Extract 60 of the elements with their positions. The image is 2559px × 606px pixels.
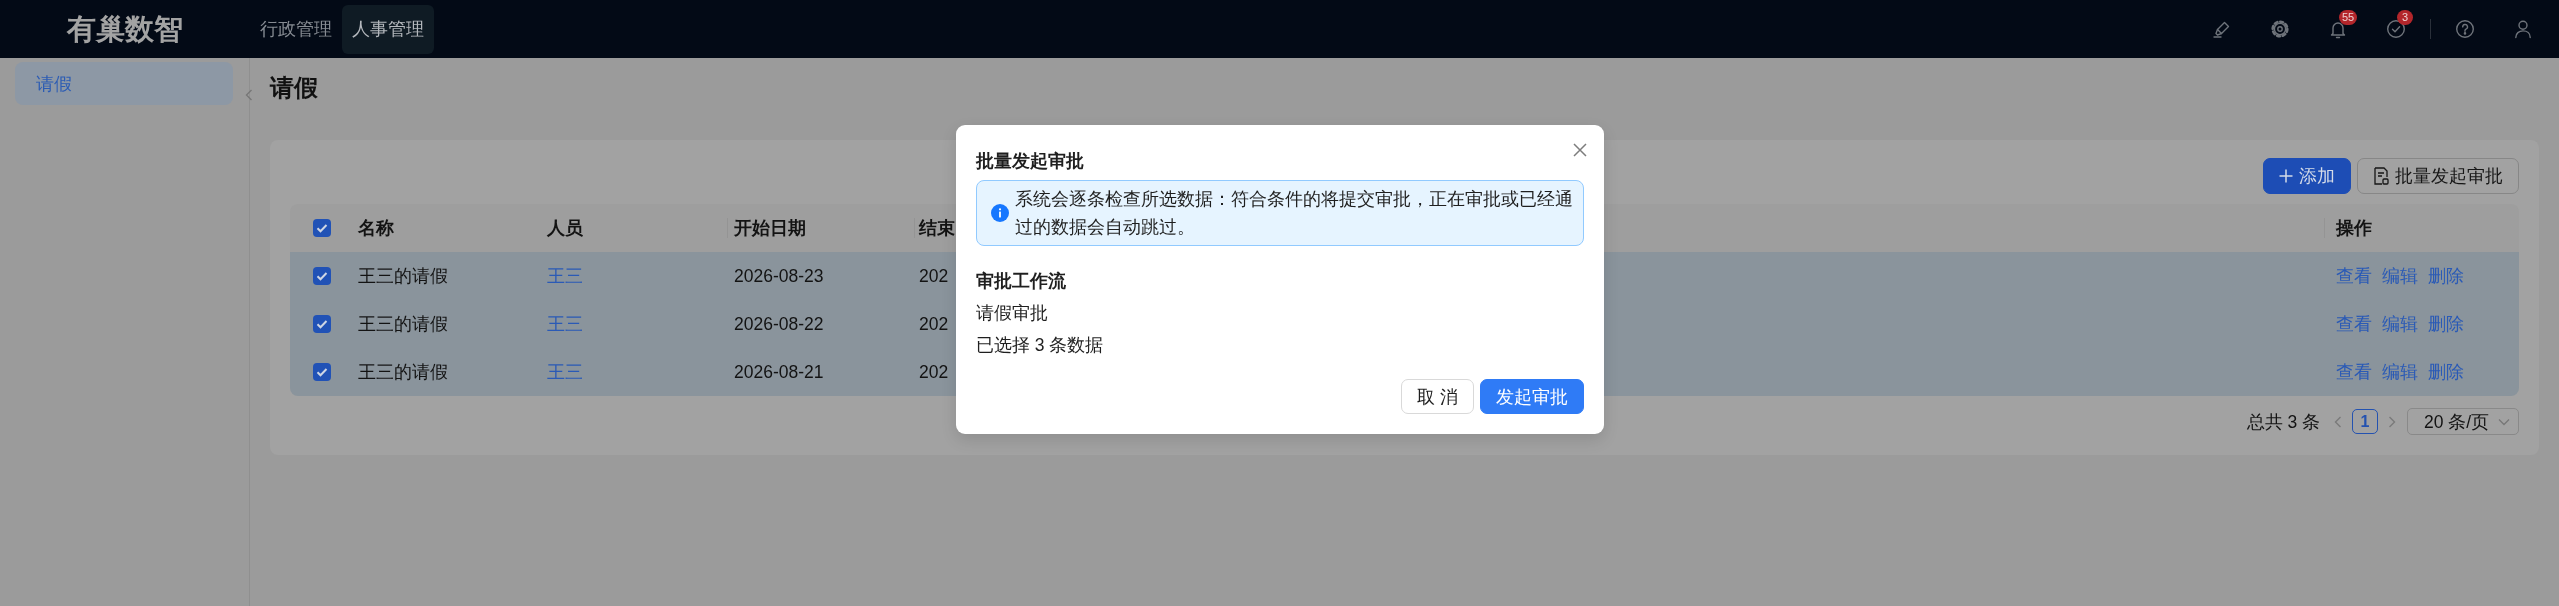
check-circle-icon[interactable] (2386, 19, 2406, 39)
action-link[interactable]: 查看 (2336, 312, 2372, 336)
action-link[interactable]: 删除 (2428, 264, 2464, 288)
dialog-title: 批量发起审批 (976, 150, 1084, 173)
page-size-select[interactable]: 20 条/页 (2407, 408, 2519, 435)
row-checkbox[interactable] (313, 363, 331, 381)
table-cell-text: 王三的请假 (358, 265, 448, 288)
table-cell-text: 王三的请假 (358, 361, 448, 384)
sidebar-item[interactable]: 请假 (15, 62, 233, 105)
table-cell: 2026-08-21 (734, 361, 824, 383)
action-link[interactable]: 查看 (2336, 264, 2372, 288)
plus-icon (2279, 169, 2293, 183)
person-link[interactable]: 王三 (547, 360, 583, 384)
help-icon[interactable] (2455, 19, 2475, 39)
select-all-checkbox[interactable] (313, 219, 331, 237)
action-link[interactable]: 编辑 (2382, 312, 2418, 336)
table-cell: 202 (919, 361, 949, 383)
person-link[interactable]: 王三 (547, 264, 583, 288)
row-checkbox[interactable] (313, 267, 331, 285)
column-header: 开始日期 (734, 217, 806, 240)
info-icon (991, 204, 1009, 222)
column-header: 人员 (547, 217, 583, 240)
section-title: 审批工作流 (976, 270, 1066, 293)
nav-tab[interactable]: 行政管理 (250, 4, 342, 54)
pen-icon[interactable] (2212, 19, 2232, 39)
action-link[interactable]: 查看 (2336, 360, 2372, 384)
workflow-name: 请假审批 (976, 302, 1048, 325)
column-header: 名称 (358, 217, 394, 240)
page-button[interactable]: 1 (2352, 409, 2378, 434)
table-cell: 202 (919, 265, 949, 287)
settings-icon[interactable] (2270, 19, 2290, 39)
user-icon[interactable] (2513, 19, 2533, 39)
table-cell: 202 (919, 313, 949, 335)
add-button[interactable]: 添加 (2263, 158, 2351, 194)
confirm-button[interactable]: 发起审批 (1480, 379, 1584, 414)
selection-count: 已选择 3 条数据 (976, 334, 1104, 357)
action-link[interactable]: 删除 (2428, 360, 2464, 384)
table-cell: 2026-08-23 (734, 265, 824, 287)
row-checkbox[interactable] (313, 315, 331, 333)
cancel-button[interactable]: 取 消 (1401, 379, 1474, 414)
total-count: 总共 3 条 (2246, 410, 2320, 434)
table-cell-text: 王三的请假 (358, 313, 448, 336)
person-link[interactable]: 王三 (547, 312, 583, 336)
chevron-down-icon (2498, 417, 2510, 426)
app-logo: 有巢数智 (67, 12, 183, 47)
notification-count-badge: 55 (2339, 10, 2358, 25)
alert-text: 系统会逐条检查所选数据：符合条件的将提交审批，正在审批或已经通过的数据会自动跳过。 (1015, 188, 1574, 239)
bell-icon[interactable] (2328, 19, 2348, 39)
action-link[interactable]: 编辑 (2382, 360, 2418, 384)
column-header: 操作 (2336, 217, 2372, 240)
batch-approval-button[interactable]: 批量发起审批 (2357, 158, 2519, 194)
page-title: 请假 (270, 74, 318, 102)
close-icon[interactable] (1573, 143, 1587, 157)
document-icon (2373, 167, 2389, 185)
action-link[interactable]: 编辑 (2382, 264, 2418, 288)
table-cell: 2026-08-22 (734, 313, 824, 335)
task-count-badge: 3 (2397, 10, 2413, 25)
action-link[interactable]: 删除 (2428, 312, 2464, 336)
column-header: 结束 (919, 217, 955, 240)
nav-tab[interactable]: 人事管理 (342, 4, 434, 54)
